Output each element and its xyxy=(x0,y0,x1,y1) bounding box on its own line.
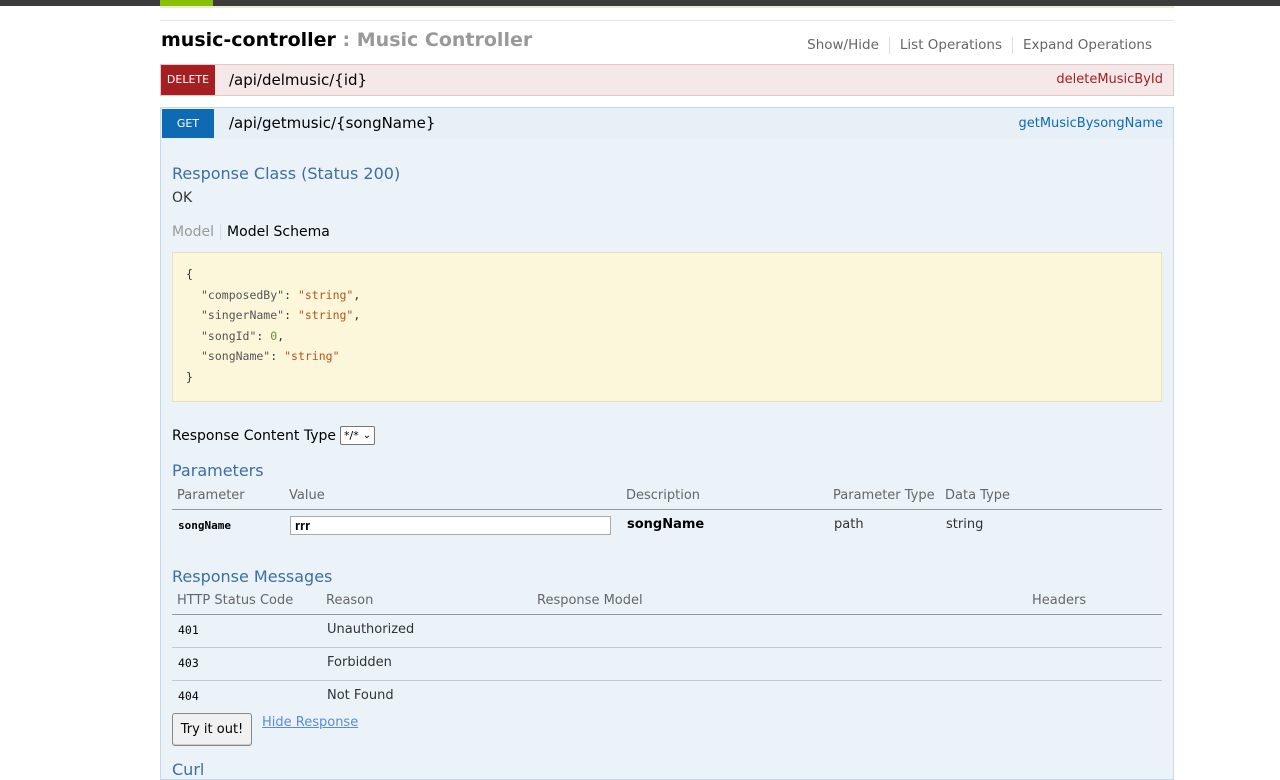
controller-name[interactable]: music-controller xyxy=(161,29,336,51)
rm-reason-401: Unauthorized xyxy=(327,622,415,637)
model-tabs: Model Model Schema xyxy=(172,224,330,240)
rm-reason-403: Forbidden xyxy=(327,655,392,670)
model-schema-box[interactable]: { "composedBy": "string", "singerName": … xyxy=(172,252,1162,402)
schema-line-songName: "songName": "string" xyxy=(201,349,340,363)
chevron-down-icon: ⌄ xyxy=(362,430,372,441)
param-type: path xyxy=(834,517,864,532)
get-method-badge[interactable]: GET xyxy=(162,109,214,138)
rm-code-401: 401 xyxy=(178,623,199,637)
list-operations-link[interactable]: List Operations xyxy=(888,37,1012,54)
expand-operations-link[interactable]: Expand Operations xyxy=(1012,37,1162,54)
schema-line-songId: "songId": 0, xyxy=(201,329,285,343)
param-data-type: string xyxy=(946,517,984,532)
show-hide-link[interactable]: Show/Hide xyxy=(797,37,889,54)
rm-reason-404: Not Found xyxy=(327,688,394,703)
rm-header-status-code: HTTP Status Code xyxy=(177,593,294,608)
response-content-type: Response Content Type */* ⌄ xyxy=(172,426,376,445)
get-operation-row[interactable]: GET /api/getmusic/{songName} getMusicBys… xyxy=(160,107,1174,140)
response-class-title: Response Class (Status 200) xyxy=(172,164,401,183)
param-header-data-type: Data Type xyxy=(945,488,1011,503)
controller-heading[interactable]: music-controller : Music Controller xyxy=(161,29,532,51)
rm-header-reason: Reason xyxy=(326,593,374,608)
rm-code-404: 404 xyxy=(178,689,199,703)
response-messages-title: Response Messages xyxy=(172,567,333,586)
rm-header-response-model: Response Model xyxy=(537,593,643,608)
param-name: songName xyxy=(178,519,231,532)
previous-section-border xyxy=(160,6,1174,8)
curl-title: Curl xyxy=(172,760,205,779)
controller-separator: : xyxy=(335,29,357,51)
schema-line-composedBy: "composedBy": "string", xyxy=(201,288,361,302)
delete-method-badge[interactable]: DELETE xyxy=(161,65,215,95)
try-it-out-button[interactable]: Try it out! xyxy=(172,713,252,746)
delete-nickname[interactable]: deleteMusicById xyxy=(1056,65,1163,95)
content-type-select[interactable]: */* ⌄ xyxy=(339,426,376,445)
get-nickname[interactable]: getMusicBysongName xyxy=(1018,108,1163,139)
param-header-divider xyxy=(172,509,1162,510)
section-divider xyxy=(160,20,1174,21)
response-class-value: OK xyxy=(172,190,193,206)
content-type-label: Response Content Type xyxy=(172,427,336,444)
param-header-parameter: Parameter xyxy=(177,488,245,503)
controller-operations: Show/Hide List Operations Expand Operati… xyxy=(797,37,1162,54)
param-header-description: Description xyxy=(626,488,701,503)
delete-operation-row[interactable]: DELETE /api/delmusic/{id} deleteMusicByI… xyxy=(160,64,1174,96)
delete-path[interactable]: /api/delmusic/{id} xyxy=(229,65,367,95)
schema-line-singerName: "singerName": "string", xyxy=(201,308,361,322)
controller-description: Music Controller xyxy=(356,29,533,51)
schema-close-brace: } xyxy=(186,370,193,384)
rm-header-divider xyxy=(172,614,1162,615)
tab-model[interactable]: Model xyxy=(172,224,222,240)
rm-row-divider xyxy=(172,680,1162,681)
hide-response-link[interactable]: Hide Response xyxy=(262,715,358,730)
get-path[interactable]: /api/getmusic/{songName} xyxy=(229,108,435,139)
rm-header-headers: Headers xyxy=(1032,593,1087,608)
rm-code-403: 403 xyxy=(178,656,199,670)
songname-value-input[interactable] xyxy=(290,516,611,535)
param-header-parameter-type: Parameter Type xyxy=(833,488,935,503)
param-description: songName xyxy=(627,517,705,532)
param-header-value: Value xyxy=(289,488,325,503)
rm-row-divider xyxy=(172,647,1162,648)
schema-open-brace: { xyxy=(186,267,193,281)
tab-model-schema[interactable]: Model Schema xyxy=(221,224,330,240)
parameters-title: Parameters xyxy=(172,461,264,480)
content-type-value: */* xyxy=(343,429,359,442)
